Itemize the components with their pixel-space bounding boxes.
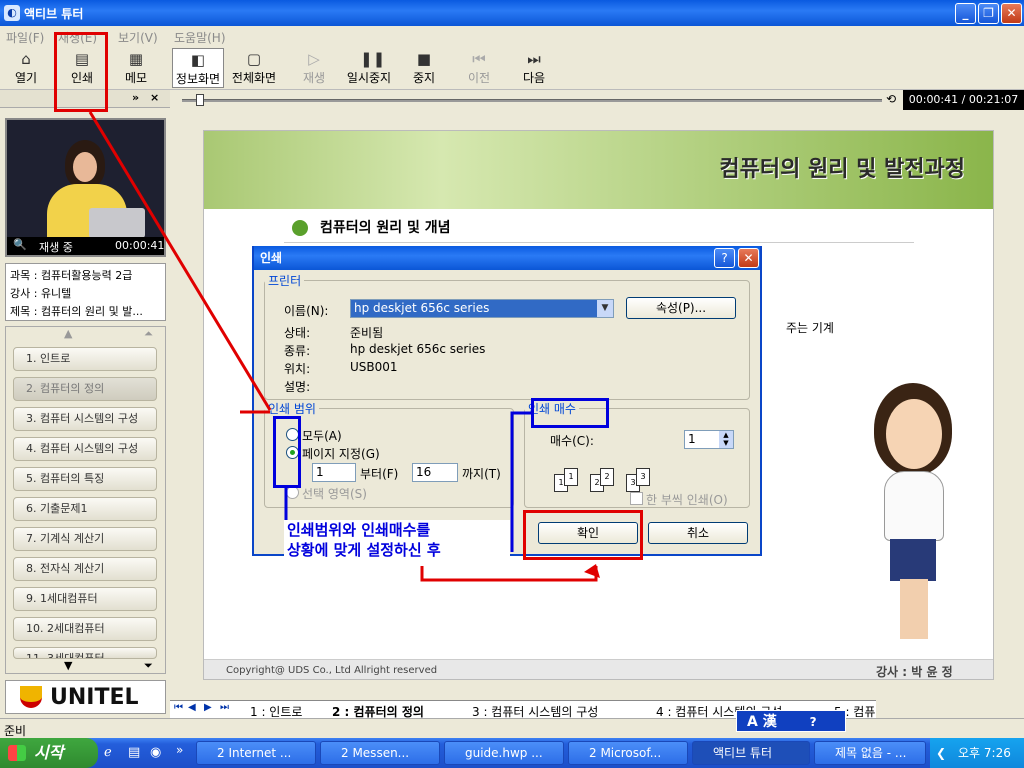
ime-mode[interactable]: A 漢 [747,714,777,730]
ime-toolbar[interactable]: A 漢 ? [736,710,846,732]
red-arrowhead [584,564,600,578]
annotation-arrows [88,111,600,582]
instruction-line-2: 상황에 맞게 설정하신 후 [287,541,441,559]
instruction-note: 인쇄범위와 인쇄매수를 상황에 맞게 설정하신 후 [284,520,510,564]
arrow-to-dialog [88,111,272,411]
instruction-line-1: 인쇄범위와 인쇄매수를 [287,521,431,539]
ime-help-icon[interactable]: ? [810,715,817,729]
blue-connector-right [510,411,531,552]
red-arrow-to-ok [420,566,598,582]
